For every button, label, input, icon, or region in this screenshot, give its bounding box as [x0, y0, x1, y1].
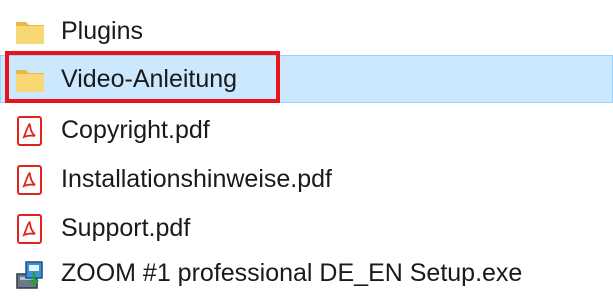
file-name: Video-Anleitung [61, 65, 238, 93]
file-name: Copyright.pdf [61, 116, 210, 144]
pdf-file-icon [14, 164, 46, 196]
file-row-plugins[interactable]: Plugins [0, 7, 613, 55]
file-row-copyright-pdf[interactable]: Copyright.pdf [0, 106, 613, 154]
file-name: ZOOM #1 professional DE_EN Setup.exe [61, 259, 523, 287]
folder-icon [14, 16, 46, 48]
file-name: Installationshinweise.pdf [61, 165, 332, 193]
file-row-support-pdf[interactable]: Support.pdf [0, 204, 613, 252]
file-row-installationshinweise-pdf[interactable]: Installationshinweise.pdf [0, 155, 613, 203]
installer-icon [14, 258, 46, 290]
file-name: Support.pdf [61, 214, 191, 242]
file-list: Plugins Video-Anleitung Copyright.pdf In… [0, 0, 613, 291]
folder-icon [14, 64, 46, 96]
file-row-video-anleitung[interactable]: Video-Anleitung [0, 55, 613, 103]
pdf-file-icon [14, 115, 46, 147]
file-row-zoom-setup-exe[interactable]: ZOOM #1 professional DE_EN Setup.exe [0, 249, 613, 297]
pdf-file-icon [14, 213, 46, 245]
file-name: Plugins [61, 17, 143, 45]
